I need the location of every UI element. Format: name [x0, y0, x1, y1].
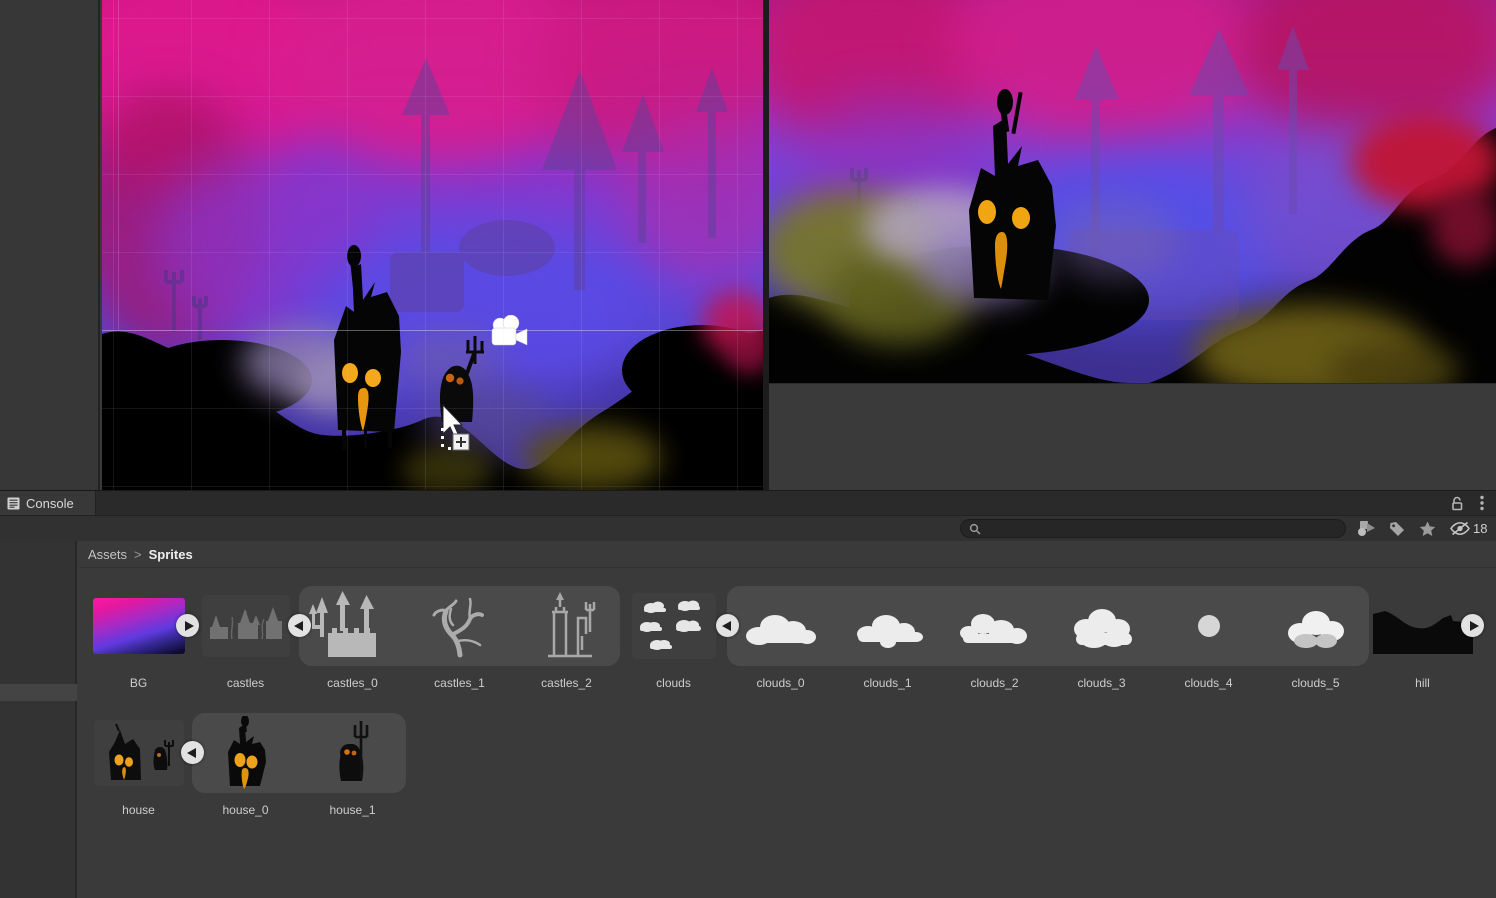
asset-clouds-2[interactable]: clouds_2: [941, 586, 1048, 690]
asset-clouds-1[interactable]: clouds_1: [834, 586, 941, 690]
search-input[interactable]: [986, 520, 1337, 537]
hidden-objects-toggle[interactable]: 18: [1449, 521, 1487, 536]
label-tag-icon[interactable]: [1389, 521, 1406, 537]
cloud-0-sprite: [745, 615, 816, 645]
game-view[interactable]: [769, 0, 1496, 490]
cloud-1-sprite: [856, 615, 923, 648]
house-thumbnail[interactable]: [93, 720, 184, 786]
asset-label: house_1: [329, 803, 376, 817]
sprite-bounds-line: [102, 330, 763, 331]
asset-label: clouds_2: [970, 676, 1019, 690]
asset-label: clouds_1: [863, 676, 912, 690]
breadcrumb-assets[interactable]: Assets: [88, 547, 127, 562]
asset-hill[interactable]: hill: [1369, 586, 1484, 690]
asset-clouds-3[interactable]: clouds_3: [1048, 586, 1155, 690]
bg-texture-thumbnail[interactable]: [92, 598, 185, 654]
house-multi-sprite: [108, 723, 174, 780]
sprite-grid-row: house house_0 house_1: [85, 713, 406, 817]
breadcrumb-sprites[interactable]: Sprites: [149, 547, 193, 562]
hill-sprite: [1372, 611, 1473, 654]
console-icon: [7, 497, 20, 509]
castle-0-sprite: [308, 591, 376, 657]
clouds-multi-sprite: [639, 600, 701, 650]
search-icon: [969, 523, 981, 535]
asset-label: house: [122, 803, 155, 817]
viewport-area: [0, 0, 1496, 490]
house-subsprite-group: house_0 house_1: [192, 713, 406, 817]
castle-1-sprite: [432, 597, 484, 658]
asset-clouds-5[interactable]: clouds_5: [1262, 586, 1369, 690]
asset-house-1[interactable]: house_1: [299, 713, 406, 817]
asset-label: castles_0: [327, 676, 378, 690]
cloud-2-sprite: [959, 614, 1027, 644]
type-filter-icon[interactable]: [1356, 520, 1376, 537]
house-0-sprite: [227, 716, 266, 789]
project-search-toolbar: 18: [0, 515, 1496, 541]
castles-subsprite-group: castles_0 castles_1 castles_2: [299, 586, 620, 690]
asset-clouds-4[interactable]: clouds_4: [1155, 586, 1262, 690]
triangle-right-icon: [1469, 620, 1479, 631]
asset-label: clouds_5: [1291, 676, 1340, 690]
asset-label: castles_1: [434, 676, 485, 690]
sprite-grid-row: BG castles castles_0 castles_1 castles_2…: [85, 586, 1484, 690]
asset-house[interactable]: house: [85, 713, 204, 817]
scene-grid: [102, 0, 763, 490]
house-sprite: [969, 89, 1056, 300]
cloud-5-sprite: [1287, 611, 1344, 648]
asset-label: clouds: [656, 676, 691, 690]
asset-label: hill: [1415, 676, 1430, 690]
asset-label: castles_2: [541, 676, 592, 690]
cloud-4-sprite: [1197, 615, 1220, 637]
favorites-star-icon[interactable]: [1419, 521, 1436, 537]
asset-label: house_0: [222, 803, 269, 817]
sprite-bounds-line: [118, 0, 119, 330]
scene-view[interactable]: [102, 0, 763, 490]
asset-bg[interactable]: BG: [85, 586, 199, 690]
console-tab-label: Console: [26, 495, 74, 511]
asset-castles-2[interactable]: castles_2: [513, 586, 620, 690]
asset-castles-0[interactable]: castles_0: [299, 586, 406, 690]
asset-clouds-0[interactable]: clouds_0: [727, 586, 834, 690]
expand-button[interactable]: [1461, 614, 1484, 637]
asset-label: clouds_3: [1077, 676, 1126, 690]
unlocked-padlock-icon[interactable]: [1450, 496, 1464, 511]
tab-console[interactable]: Console: [0, 490, 96, 516]
project-content: Assets > Sprites BG castles castles_0 ca…: [79, 541, 1496, 898]
asset-castles[interactable]: castles: [192, 586, 311, 690]
clouds-thumbnail[interactable]: [631, 593, 716, 659]
console-tab-bar: Console: [0, 490, 1496, 516]
cloud-3-sprite: [1073, 609, 1132, 648]
game-render: [769, 0, 1496, 383]
castle-2-sprite: [547, 592, 595, 658]
eye-slash-icon: [1450, 521, 1470, 536]
house-1-sprite: [338, 721, 368, 781]
clouds-subsprite-group: clouds_0 clouds_1 clouds_2 clouds_3 clou…: [727, 586, 1369, 690]
breadcrumb: Assets > Sprites: [79, 541, 1496, 568]
project-browser: Assets > Sprites BG castles castles_0 ca…: [0, 541, 1496, 898]
asset-label: clouds_0: [756, 676, 805, 690]
breadcrumb-separator: >: [134, 546, 142, 562]
asset-clouds[interactable]: clouds: [620, 586, 739, 690]
mouse-cursor: [441, 403, 470, 451]
asset-house-0[interactable]: house_0: [192, 713, 299, 817]
project-folder-tree[interactable]: [0, 541, 77, 898]
castles-multi-sprite: [209, 607, 282, 640]
asset-label: clouds_4: [1184, 676, 1233, 690]
asset-castles-1[interactable]: castles_1: [406, 586, 513, 690]
game-view-empty-space: [769, 383, 1496, 490]
kebab-menu-icon[interactable]: [1480, 495, 1484, 511]
castles-thumbnail[interactable]: [201, 595, 290, 657]
search-input-wrap[interactable]: [960, 519, 1346, 538]
selected-folder-row[interactable]: [0, 684, 77, 701]
asset-label: castles: [226, 676, 265, 690]
asset-label: BG: [129, 676, 148, 690]
empty-side-panel: [0, 0, 100, 490]
hidden-objects-count: 18: [1473, 521, 1488, 536]
